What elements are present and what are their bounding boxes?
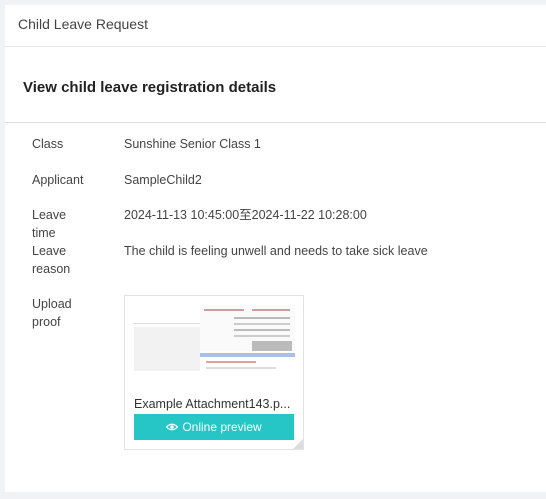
upload-proof-label: Upload proof	[32, 295, 92, 331]
attachment-file-name: Example Attachment143.p...	[134, 397, 291, 411]
leave-reason-value: The child is feeling unwell and needs to…	[124, 244, 428, 258]
class-label: Class	[32, 137, 64, 151]
leave-request-panel: Child Leave Request View child leave reg…	[5, 5, 546, 492]
card-corner	[293, 439, 303, 449]
page-title: View child leave registration details	[23, 79, 277, 96]
applicant-label: Applicant	[32, 173, 84, 187]
class-value: Sunshine Senior Class 1	[124, 137, 261, 151]
upload-label-line1: Upload	[32, 297, 72, 311]
leave-time-value: 2024-11-13 10:45:00至2024-11-22 10:28:00	[124, 208, 367, 222]
leave-reason-label: Leave reason	[32, 242, 92, 278]
leave-reason-label-line2: reason	[32, 262, 71, 276]
leave-reason-label-line1: Leave	[32, 244, 67, 258]
attachment-card: Example Attachment143.p... Online previe…	[124, 295, 304, 450]
leave-time-label: Leave time	[32, 208, 67, 240]
attachment-thumbnail[interactable]	[134, 305, 295, 379]
applicant-value: SampleChild2	[124, 173, 202, 187]
panel-title: Child Leave Request	[18, 16, 148, 32]
panel-header: Child Leave Request	[5, 5, 546, 47]
online-preview-label: Online preview	[182, 420, 262, 434]
online-preview-button[interactable]: Online preview	[134, 414, 294, 440]
page-title-box: View child leave registration details	[5, 47, 546, 123]
upload-label-line2: proof	[32, 315, 61, 329]
eye-icon	[166, 423, 179, 431]
